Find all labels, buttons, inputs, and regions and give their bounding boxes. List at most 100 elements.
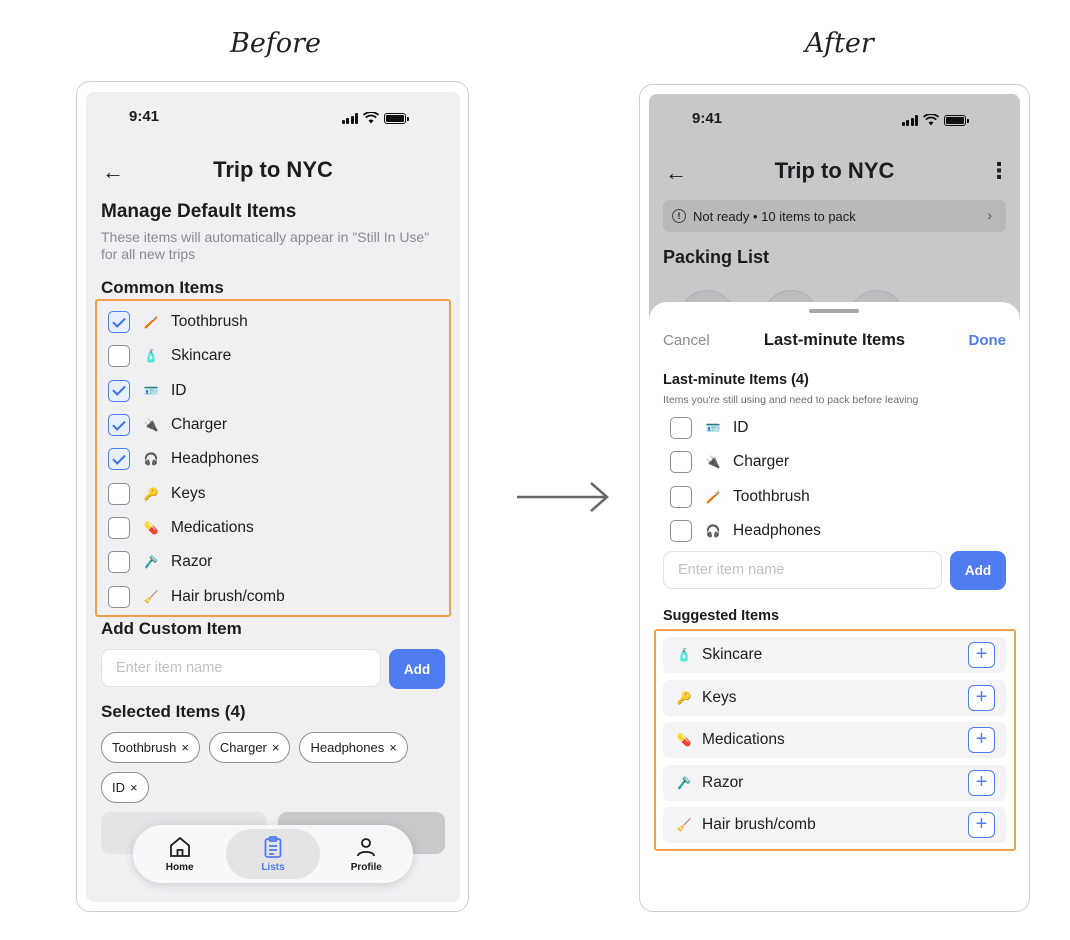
add-button[interactable]: Add (950, 551, 1006, 590)
section-title: Manage Default Items (101, 201, 297, 222)
checkbox[interactable] (108, 482, 130, 505)
item-label: Razor (171, 553, 213, 571)
item-label: Skincare (171, 347, 232, 365)
page-title: Trip to NYC (774, 158, 895, 183)
list-item[interactable]: 🪥 Toothbrush (670, 480, 821, 514)
selected-chip[interactable]: Toothbrush × (101, 732, 200, 763)
selected-chip[interactable]: Charger × (208, 732, 291, 763)
item-label: Charger (171, 416, 227, 434)
list-item[interactable]: 🪪 ID (108, 374, 285, 408)
suggested-items-title: Suggested Items (663, 608, 780, 624)
checkbox[interactable] (108, 414, 130, 437)
clipboard-icon (264, 836, 282, 858)
list-item[interactable]: 🎧 Headphones (670, 514, 821, 548)
wifi-icon (363, 112, 379, 124)
list-item[interactable]: 🪥 Toothbrush (108, 305, 285, 339)
plus-icon[interactable]: + (968, 727, 995, 753)
status-bar: 9:41 (649, 110, 1020, 132)
after-screen: 9:41 ← Trip to NYC ⋮ ! Not ready • 10 it… (649, 94, 1020, 904)
item-emoji-icon: 🪪 (143, 383, 159, 398)
list-item[interactable]: 🔑 Keys (108, 476, 285, 510)
checkbox[interactable] (108, 379, 130, 402)
list-item[interactable]: 🔌 Charger (670, 445, 821, 479)
home-icon (169, 836, 190, 857)
close-icon[interactable]: × (389, 740, 397, 755)
common-items-title: Common Items (101, 278, 224, 297)
common-items-list: 🪥 Toothbrush 🧴 Skincare 🪪 ID 🔌 Charger 🎧 Headphon… (108, 305, 285, 614)
close-icon[interactable]: × (181, 740, 189, 755)
status-banner[interactable]: ! Not ready • 10 items to pack › (663, 200, 1006, 232)
after-caption: After (805, 28, 874, 59)
tab-bar: Home Lists Profile (133, 825, 413, 883)
item-emoji-icon: 🧴 (676, 648, 692, 662)
packing-list-title: Packing List (663, 247, 770, 267)
done-button[interactable]: Done (969, 332, 1007, 349)
checkbox[interactable] (670, 451, 692, 474)
after-phone-frame: 9:41 ← Trip to NYC ⋮ ! Not ready • 10 it… (639, 84, 1030, 912)
item-label: Toothbrush (733, 487, 810, 505)
add-button[interactable]: Add (389, 649, 445, 689)
item-label: Hair brush/comb (702, 816, 816, 833)
checkbox[interactable] (108, 551, 130, 574)
checkbox[interactable] (108, 311, 130, 334)
chip-label: ID (112, 780, 125, 795)
header: ← Trip to NYC (86, 157, 460, 187)
selected-chip[interactable]: Headphones × (299, 732, 408, 763)
list-item[interactable]: 💊 Medications (108, 511, 285, 545)
item-label: Keys (171, 484, 206, 502)
list-item[interactable]: 🧴 Skincare (108, 339, 285, 373)
chip-label: Headphones (310, 740, 385, 755)
close-icon[interactable]: × (130, 780, 138, 795)
tab-lists-label: Lists (261, 862, 285, 873)
selected-chip[interactable]: ID × (101, 772, 149, 803)
checkbox[interactable] (108, 516, 130, 539)
suggested-items-list: 🧴 Skincare + 🔑 Keys + 💊 Medications + 🪒 Razor + 🧹 Hai… (663, 637, 1006, 850)
battery-icon (384, 112, 409, 124)
item-label: Medications (702, 731, 785, 748)
plus-icon[interactable]: + (968, 769, 995, 796)
last-minute-list: 🪪 ID 🔌 Charger 🪥 Toothbrush 🎧 Headphones (670, 411, 821, 548)
signal-icon (901, 114, 918, 126)
info-icon: ! (672, 209, 686, 223)
tab-home[interactable]: Home (133, 829, 226, 879)
item-emoji-icon: 🧹 (143, 589, 159, 604)
item-label: Charger (733, 453, 789, 471)
arrow-right-icon (517, 482, 609, 512)
selected-items-title: Selected Items (4) (101, 702, 246, 721)
list-item[interactable]: 🔌 Charger (108, 408, 285, 442)
list-item[interactable]: 🧹 Hair brush/comb (108, 579, 285, 613)
item-name-input[interactable]: Enter item name (101, 649, 381, 687)
status-bar: 9:41 (86, 108, 460, 130)
checkbox[interactable] (670, 485, 692, 508)
tab-profile[interactable]: Profile (320, 829, 413, 879)
checkbox[interactable] (670, 417, 692, 440)
person-icon (357, 838, 376, 857)
close-icon[interactable]: × (272, 740, 280, 755)
checkbox[interactable] (108, 585, 130, 608)
item-label: Toothbrush (171, 313, 248, 331)
plus-icon[interactable]: + (968, 642, 995, 668)
checkbox[interactable] (108, 345, 130, 368)
chevron-right-icon: › (987, 207, 992, 223)
tab-profile-label: Profile (350, 862, 382, 873)
more-icon[interactable]: ⋮ (988, 158, 1010, 184)
add-custom-title: Add Custom Item (101, 619, 242, 638)
before-caption: Before (230, 28, 321, 59)
list-item[interactable]: 🎧 Headphones (108, 442, 285, 476)
before-phone-frame: 9:41 ← Trip to NYC Manage Default Items … (76, 81, 469, 912)
item-name-input[interactable]: Enter item name (663, 551, 942, 589)
checkbox[interactable] (108, 448, 130, 471)
item-emoji-icon: 💊 (143, 520, 159, 535)
list-item[interactable]: 🪒 Razor (108, 545, 285, 579)
checkbox[interactable] (670, 520, 692, 543)
plus-icon[interactable]: + (968, 812, 995, 838)
suggested-item: 🪒 Razor + (663, 764, 1006, 801)
list-item[interactable]: 🪪 ID (670, 411, 821, 445)
tab-home-label: Home (165, 862, 194, 873)
tab-lists[interactable]: Lists (226, 829, 320, 879)
plus-icon[interactable]: + (968, 684, 995, 711)
item-label: Headphones (733, 522, 821, 540)
item-label: Hair brush/comb (171, 587, 285, 605)
suggested-item: 🧹 Hair brush/comb + (663, 807, 1006, 843)
sheet-grabber[interactable] (809, 309, 859, 313)
